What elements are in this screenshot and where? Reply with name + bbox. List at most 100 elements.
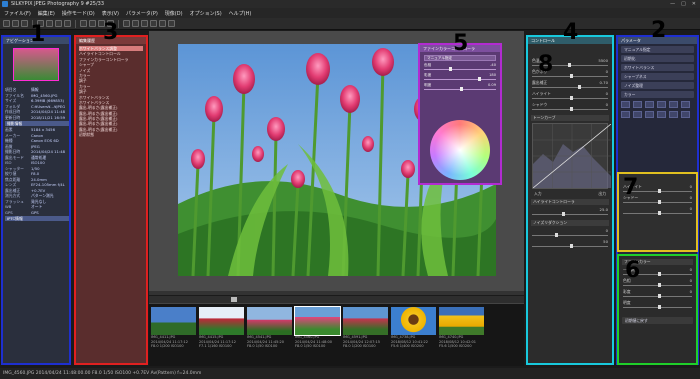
slider-handle[interactable] (570, 244, 573, 248)
slider-handle[interactable] (657, 200, 661, 204)
next-icon[interactable] (89, 20, 96, 27)
slider-value[interactable]: 180 (489, 73, 496, 77)
slider-handle[interactable] (568, 63, 572, 67)
single-view-icon[interactable] (46, 20, 53, 27)
menu-edit[interactable]: 編集(E) (38, 10, 55, 17)
iptc-section-header[interactable]: IPTC情報 (5, 216, 69, 221)
slider-value[interactable]: 0 (606, 228, 608, 233)
slider-handle[interactable] (657, 189, 661, 193)
slider-handle[interactable] (657, 283, 661, 287)
saturation-slider[interactable]: 彩度 0 (623, 289, 692, 300)
fullscreen-icon[interactable] (64, 20, 71, 27)
close-button[interactable]: ✕ (692, 1, 696, 7)
slider-value[interactable]: 5500 (598, 58, 608, 63)
dust-icon[interactable] (681, 111, 690, 118)
thumbnail-selected[interactable]: IMG_4560.JPG 2014/04/24 11:48:00 F8.0 1/… (294, 306, 341, 349)
slider-handle[interactable] (478, 77, 481, 81)
rotate-icon[interactable] (657, 111, 666, 118)
menu-parameter[interactable]: パラメータ(P) (126, 10, 158, 17)
param-noise[interactable]: ノイズ整理 (621, 82, 694, 89)
slider-value[interactable]: 0 (690, 289, 692, 294)
slider-value[interactable]: 0 (690, 206, 692, 211)
param-color[interactable]: カラー (621, 91, 694, 98)
slider-handle[interactable] (570, 96, 573, 100)
exposure-slider[interactable]: 露出補正 0.70 (532, 80, 608, 91)
slider-value[interactable]: 0 (690, 278, 692, 283)
navigator-thumbnail[interactable] (13, 48, 59, 81)
viewer-scrollbar[interactable] (149, 291, 524, 295)
nr-slider-2[interactable]: 50 (532, 239, 608, 250)
slider-handle[interactable] (231, 297, 237, 302)
slider-track[interactable] (424, 79, 496, 80)
slider-handle[interactable] (657, 305, 661, 309)
slider-value[interactable]: 50 (603, 239, 608, 244)
curve-icon[interactable] (621, 111, 630, 118)
lens-icon[interactable] (645, 111, 654, 118)
settings-icon[interactable] (21, 20, 28, 27)
shadow-slider[interactable]: シャドウ 0 (532, 102, 608, 113)
thumbnail[interactable]: IMG_4411.JPG 2014/04/24 11:17:12 F8.0 1/… (151, 307, 196, 349)
nr-slider[interactable]: 0 (532, 228, 608, 239)
color-wheel[interactable] (430, 120, 490, 180)
prev-icon[interactable] (80, 20, 87, 27)
hsl-icon[interactable] (633, 111, 642, 118)
slider-handle[interactable] (577, 85, 581, 89)
crop-icon[interactable] (123, 20, 130, 27)
slider-value[interactable]: 0 (690, 195, 692, 200)
sharp-icon[interactable] (669, 101, 678, 108)
thumbnail[interactable]: IMG_4738.JPG 2018/08/12 10:41:22 F5.6 1/… (391, 307, 436, 349)
history-item[interactable]: 初期状態 (79, 132, 143, 137)
compare-view-icon[interactable] (55, 20, 62, 27)
slider-handle[interactable] (570, 107, 573, 111)
save-icon[interactable] (12, 20, 19, 27)
exposure-icon[interactable] (621, 101, 630, 108)
slider-value[interactable]: 0.09 (488, 83, 496, 87)
slider-handle[interactable] (562, 212, 566, 216)
slider-value[interactable]: 25.0 (600, 207, 608, 212)
color-icon[interactable] (657, 101, 666, 108)
tone-curve-header[interactable]: トーンカーブ (531, 115, 609, 121)
highlight-controller-header[interactable]: ハイライトコントローラ (531, 199, 609, 205)
batch-icon[interactable] (168, 20, 175, 27)
slider-track[interactable] (532, 214, 608, 215)
maximize-button[interactable]: □ (681, 1, 686, 7)
param-white-balance[interactable]: ホワイトバランス (621, 64, 694, 71)
slider-value[interactable]: 0 (690, 267, 692, 272)
slider-value[interactable]: -40 (490, 63, 496, 67)
slider-track[interactable] (424, 69, 496, 70)
thumbnail[interactable]: IMG_4541.JPG 2014/04/24 11:45:20 F8.0 1/… (247, 307, 292, 349)
slider-handle[interactable] (554, 233, 558, 237)
reset-fine-color-button[interactable]: 初期値に戻す (622, 317, 693, 324)
slider-handle[interactable] (460, 87, 463, 91)
filmstrip-slider[interactable] (149, 296, 524, 304)
slider-value[interactable]: 0.70 (600, 80, 608, 85)
fcc-saturation-slider[interactable]: 彩度 180 (424, 73, 496, 82)
lightness-slider[interactable]: 明度 (623, 300, 692, 311)
thumbnail[interactable]: IMG_4415.JPG 2014/04/24 11:17:12 F7.1 1/… (199, 307, 244, 349)
thumbnail[interactable]: IMG_4591.JPG 2014/04/24 12:07:15 F8.0 1/… (343, 307, 388, 349)
slider-value[interactable]: 0 (606, 102, 608, 107)
slider-handle[interactable] (449, 67, 453, 71)
wb-icon[interactable] (633, 101, 642, 108)
tone-curve-editor[interactable] (532, 123, 612, 189)
noise-icon[interactable] (681, 101, 690, 108)
open-icon[interactable] (3, 20, 10, 27)
develop-icon[interactable] (159, 20, 166, 27)
param-reset-button[interactable]: 初期化 (621, 55, 694, 62)
extra-slider[interactable]: 0 (623, 206, 692, 217)
fcc-lightness-slider[interactable]: 明度 0.09 (424, 83, 496, 92)
menu-file[interactable]: ファイル(F) (4, 10, 31, 17)
contrast-icon[interactable] (645, 101, 654, 108)
slider-handle[interactable] (570, 74, 573, 78)
highlight-slider[interactable]: ハイライト 0 (532, 91, 608, 102)
minimize-button[interactable]: — (670, 1, 675, 7)
eyedropper-icon[interactable] (141, 20, 148, 27)
slider-handle[interactable] (657, 211, 661, 215)
noise-reduction-header[interactable]: ノイズリダクション (531, 220, 609, 226)
slider-track[interactable] (532, 235, 608, 236)
param-sharpness[interactable]: シャープネス (621, 73, 694, 80)
slider-value[interactable]: 0 (606, 91, 608, 96)
slider-handle[interactable] (657, 294, 661, 298)
thumbnail[interactable]: IMG_4740.JPG 2018/08/12 10:42:01 F5.6 1/… (439, 307, 484, 349)
fcc-hue-slider[interactable]: 色相 -40 (424, 63, 496, 72)
